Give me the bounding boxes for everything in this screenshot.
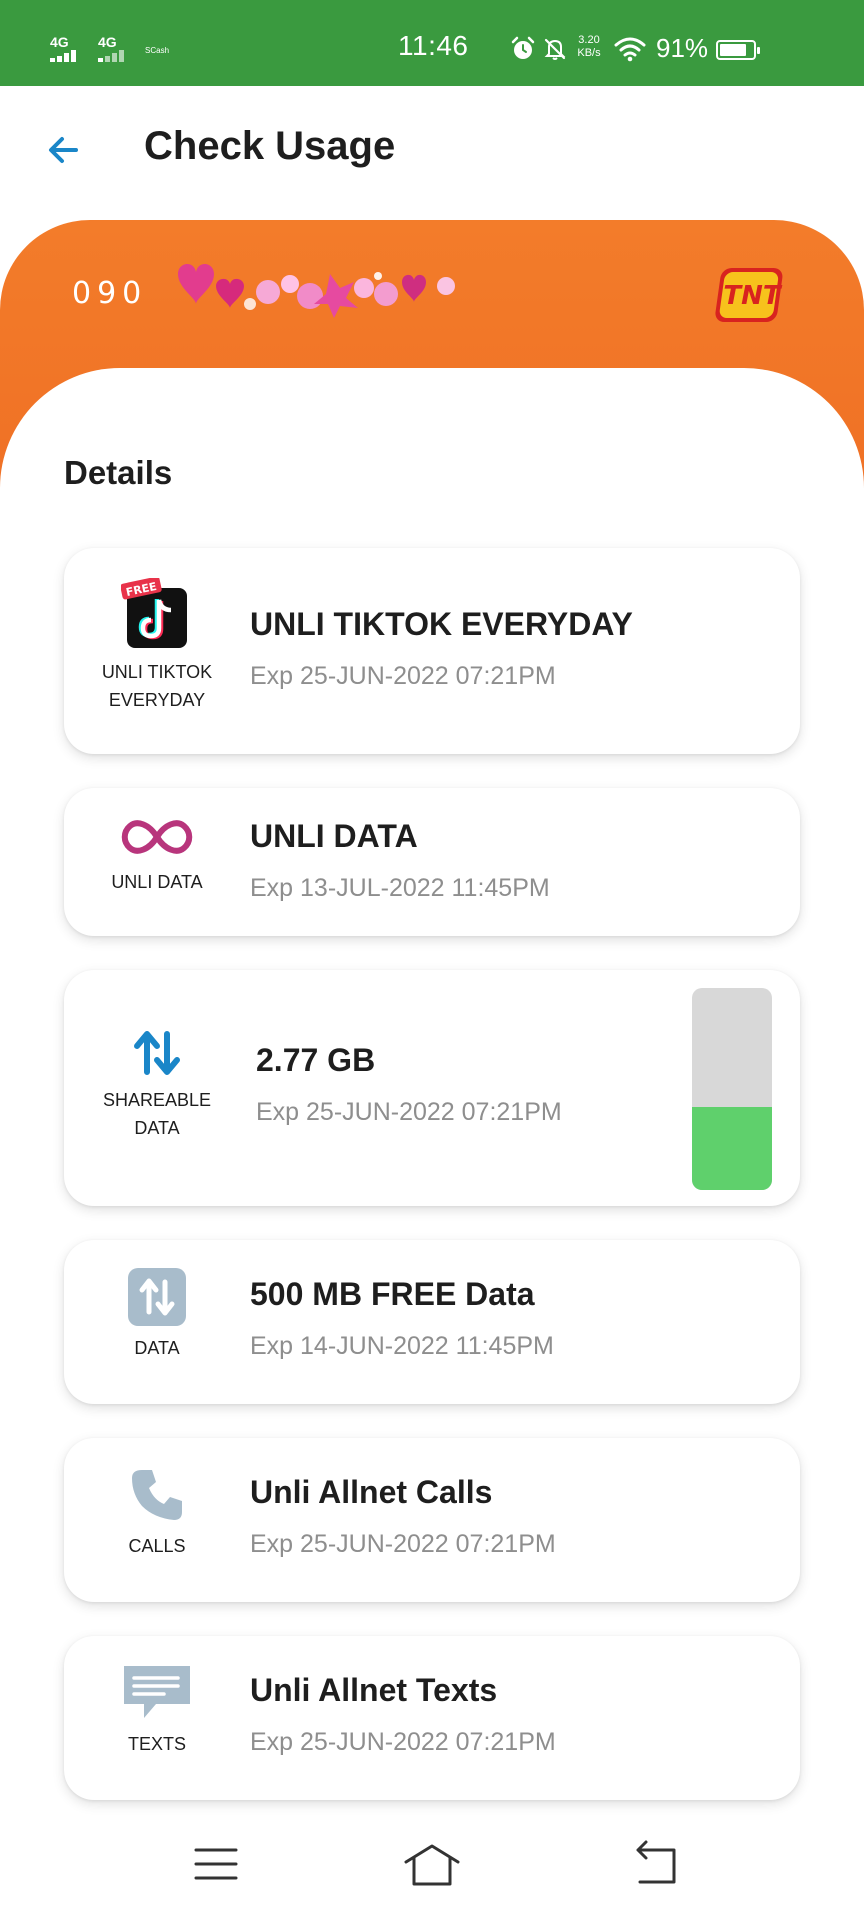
card-title: Unli Allnet Calls (250, 1474, 493, 1510)
mute-bell-icon (544, 38, 566, 60)
card-title: 2.77 GB (256, 1042, 376, 1078)
tnt-logo: TNT (714, 266, 790, 324)
usage-card-tiktok[interactable]: FREE UNLI TIKTOK EVERYDAY UNLI TIKTOK EV… (64, 548, 800, 754)
card-expiry: Exp 13-JUL-2022 11:45PM (250, 874, 550, 902)
card-title: UNLI DATA (250, 818, 418, 854)
usage-card-calls[interactable]: CALLS Unli Allnet Calls Exp 25-JUN-2022 … (64, 1438, 800, 1602)
battery-percent: 91% (656, 33, 709, 63)
card-icon-label: DATA (134, 1338, 180, 1358)
page-title: Check Usage (144, 124, 396, 168)
menu-icon[interactable] (186, 1834, 246, 1894)
infinity-icon (121, 820, 193, 854)
card-icon: FREE UNLI TIKTOK EVERYDAY (92, 578, 222, 714)
svg-text:TNT: TNT (723, 281, 782, 311)
battery-fill (720, 44, 747, 56)
tiktok-icon: FREE (121, 578, 187, 648)
card-icon-label: TEXTS (127, 1734, 186, 1754)
network-type-2: 4G (98, 34, 117, 50)
card-expiry: Exp 14-JUN-2022 11:45PM (250, 1332, 554, 1360)
card-icon: CALLS (92, 1466, 222, 1560)
system-nav-bar (0, 1812, 864, 1920)
status-time: 11:46 (398, 30, 469, 61)
message-icon (124, 1666, 190, 1718)
usage-card-data[interactable]: DATA 500 MB FREE Data Exp 14-JUN-2022 11… (64, 1240, 800, 1404)
usage-card-texts[interactable]: TEXTS Unli Allnet Texts Exp 25-JUN-2022 … (64, 1636, 800, 1800)
card-icon: UNLI DATA (92, 814, 222, 896)
phone-icon (132, 1470, 182, 1520)
card-expiry: Exp 25-JUN-2022 07:21PM (256, 1098, 562, 1126)
card-title: UNLI TIKTOK EVERYDAY (250, 606, 633, 642)
card-icon-label: SHAREABLE DATA (102, 1090, 212, 1138)
carrier-tag: SCash (145, 46, 170, 55)
usage-card-shareable-data[interactable]: SHAREABLE DATA 2.77 GB Exp 25-JUN-2022 0… (64, 970, 800, 1206)
details-heading: Details (64, 454, 173, 491)
data-remaining-fill (692, 1107, 772, 1190)
back-icon[interactable] (626, 1834, 686, 1894)
card-icon-label: UNLI DATA (111, 872, 203, 892)
network-type-1: 4G (50, 34, 69, 50)
data-icon (128, 1268, 186, 1326)
status-bar: 4G 4G SCash 11:46 3.20 KB/s 91% (0, 0, 864, 86)
sticker-decoration (178, 263, 455, 318)
card-icon: DATA (92, 1268, 222, 1362)
card-icon-label: UNLI TIKTOK EVERYDAY (101, 662, 213, 710)
network-speed: 3.20 KB/s (577, 34, 601, 59)
mobile-number: 090 (72, 276, 148, 311)
wifi-icon (614, 37, 646, 62)
card-icon: TEXTS (92, 1664, 222, 1758)
card-icon-label: CALLS (128, 1536, 186, 1556)
data-remaining-bar (692, 988, 772, 1190)
shareable-data-icon (134, 1031, 180, 1075)
card-title: Unli Allnet Texts (250, 1672, 498, 1708)
card-title: 500 MB FREE Data (250, 1276, 535, 1312)
card-expiry: Exp 25-JUN-2022 07:21PM (250, 1728, 556, 1756)
alarm-icon (511, 36, 535, 59)
card-expiry: Exp 25-JUN-2022 07:21PM (250, 662, 556, 690)
arrow-left-icon[interactable] (40, 126, 88, 174)
card-expiry: Exp 25-JUN-2022 07:21PM (250, 1530, 556, 1558)
usage-card-unli-data[interactable]: UNLI DATA UNLI DATA Exp 13-JUL-2022 11:4… (64, 788, 800, 936)
home-icon[interactable] (402, 1834, 462, 1894)
card-icon: SHAREABLE DATA (92, 1028, 222, 1142)
battery-icon (716, 40, 760, 60)
